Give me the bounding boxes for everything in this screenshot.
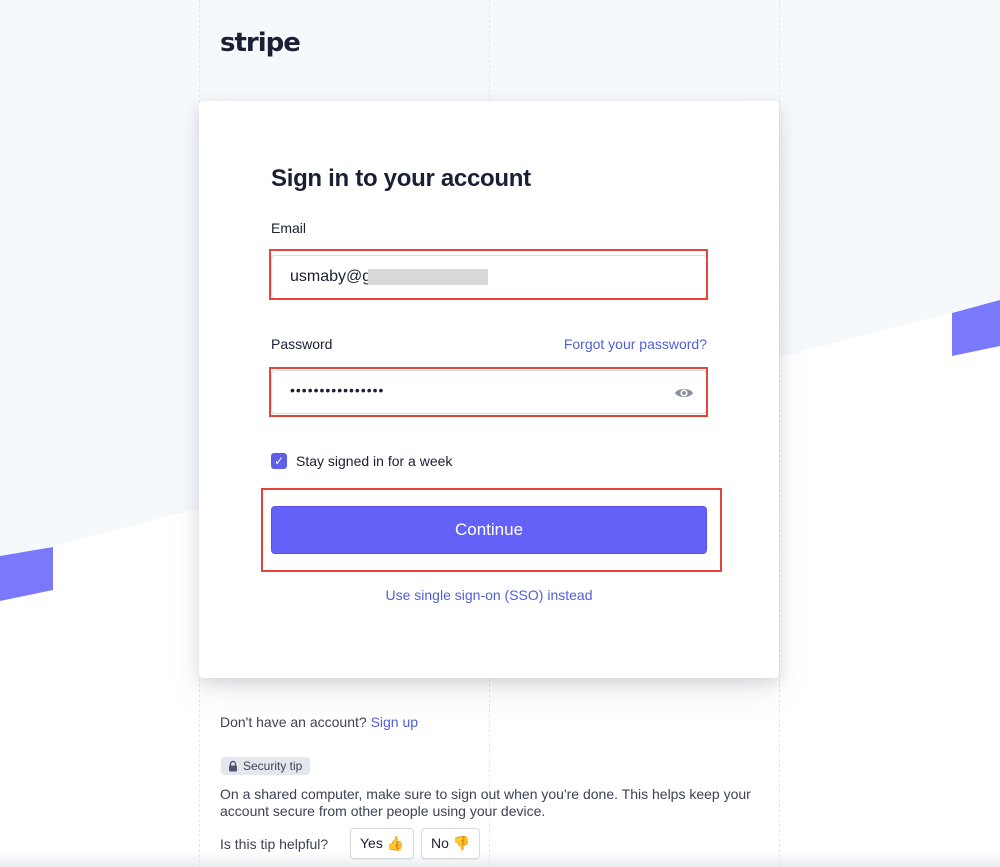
- security-tip-text: On a shared computer, make sure to sign …: [220, 786, 751, 819]
- bottom-shadow: [0, 852, 1000, 867]
- tip-helpful-question: Is this tip helpful?: [220, 836, 329, 852]
- forgot-password-link[interactable]: Forgot your password?: [564, 336, 707, 352]
- security-tip-badge: Security tip: [221, 757, 311, 775]
- password-highlight-box: [269, 367, 708, 417]
- continue-highlight-box: [261, 488, 722, 572]
- signup-link[interactable]: Sign up: [371, 714, 418, 730]
- email-label: Email: [271, 220, 307, 236]
- tip-no-button[interactable]: No 👎: [421, 828, 481, 859]
- guide-line: [779, 0, 780, 867]
- sso-link-row: Use single sign-on (SSO) instead: [199, 587, 779, 603]
- lock-icon: [229, 760, 237, 772]
- stay-signed-in-label: Stay signed in for a week: [296, 453, 453, 469]
- sso-link[interactable]: Use single sign-on (SSO) instead: [386, 587, 593, 603]
- security-tip-label: Security tip: [243, 759, 303, 773]
- tip-yes-button[interactable]: Yes 👍: [350, 828, 415, 859]
- stay-signed-in-checkbox[interactable]: ✓: [271, 453, 287, 469]
- stripe-logo[interactable]: stripe: [220, 28, 301, 58]
- email-highlight-box: [269, 249, 708, 300]
- signup-row: Don't have an account? Sign up: [220, 714, 418, 730]
- no-account-text: Don't have an account?: [220, 714, 367, 730]
- page-title: Sign in to your account: [271, 165, 531, 192]
- password-label: Password: [271, 336, 333, 352]
